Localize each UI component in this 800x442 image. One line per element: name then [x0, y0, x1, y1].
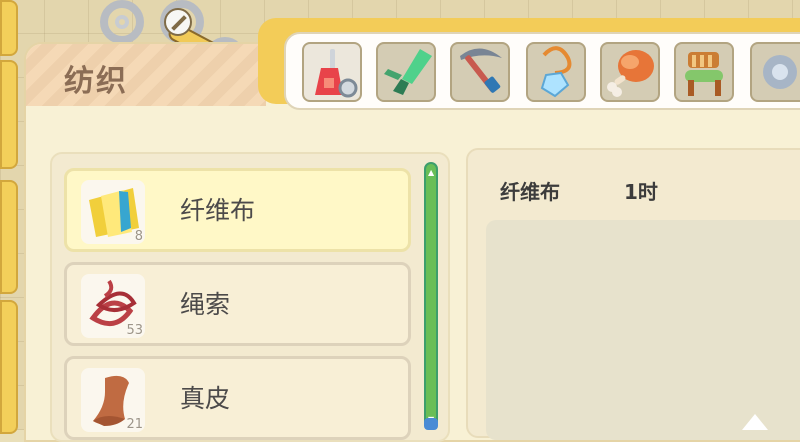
tool-slot-green-blade[interactable] [376, 42, 436, 102]
scroll-thumb[interactable] [424, 418, 438, 430]
list-scrollbar[interactable]: ▲ ▼ [424, 162, 438, 430]
bolt-icon [164, 8, 192, 36]
left-tab[interactable] [0, 180, 18, 294]
pickaxe-icon [460, 48, 502, 93]
tool-slot-gear[interactable] [750, 42, 800, 102]
chair-icon [685, 52, 723, 96]
left-tabs [0, 0, 18, 434]
tool-slot-pendant[interactable] [526, 42, 586, 102]
detail-item-name: 纤维布 [500, 180, 560, 204]
screwdriver-icon [315, 49, 358, 98]
list-item[interactable]: 8 纤维布 [64, 168, 411, 252]
tool-slot-meat[interactable] [600, 42, 660, 102]
left-tab[interactable] [0, 0, 18, 56]
list-item[interactable]: 53 绳索 [64, 262, 411, 346]
detail-content-box [486, 220, 800, 440]
leather-icon: 21 [81, 368, 145, 432]
rope-icon: 53 [81, 274, 145, 338]
gear-decoration [100, 0, 144, 44]
tool-slot-chair[interactable] [674, 42, 734, 102]
tool-slot-screwdriver[interactable] [302, 42, 362, 102]
tool-slot-pickaxe[interactable] [450, 42, 510, 102]
title-band [26, 44, 266, 106]
item-name: 绳索 [180, 290, 231, 319]
left-tab[interactable] [0, 60, 18, 169]
item-count: 53 [126, 323, 143, 338]
green-blade-icon [384, 49, 432, 95]
pendant-icon [540, 46, 572, 98]
list-item[interactable]: 21 真皮 [64, 356, 411, 440]
scroll-up-icon[interactable]: ▲ [428, 169, 434, 177]
gear-icon [763, 55, 797, 89]
detail-time: 1时 [624, 180, 658, 204]
meat-icon [607, 50, 654, 97]
left-tab[interactable] [0, 300, 18, 434]
item-count: 8 [134, 229, 143, 244]
panel-title: 纺织 [64, 64, 128, 99]
fiber-cloth-icon: 8 [81, 180, 145, 244]
item-name: 纤维布 [180, 196, 256, 225]
item-name: 真皮 [180, 384, 231, 413]
